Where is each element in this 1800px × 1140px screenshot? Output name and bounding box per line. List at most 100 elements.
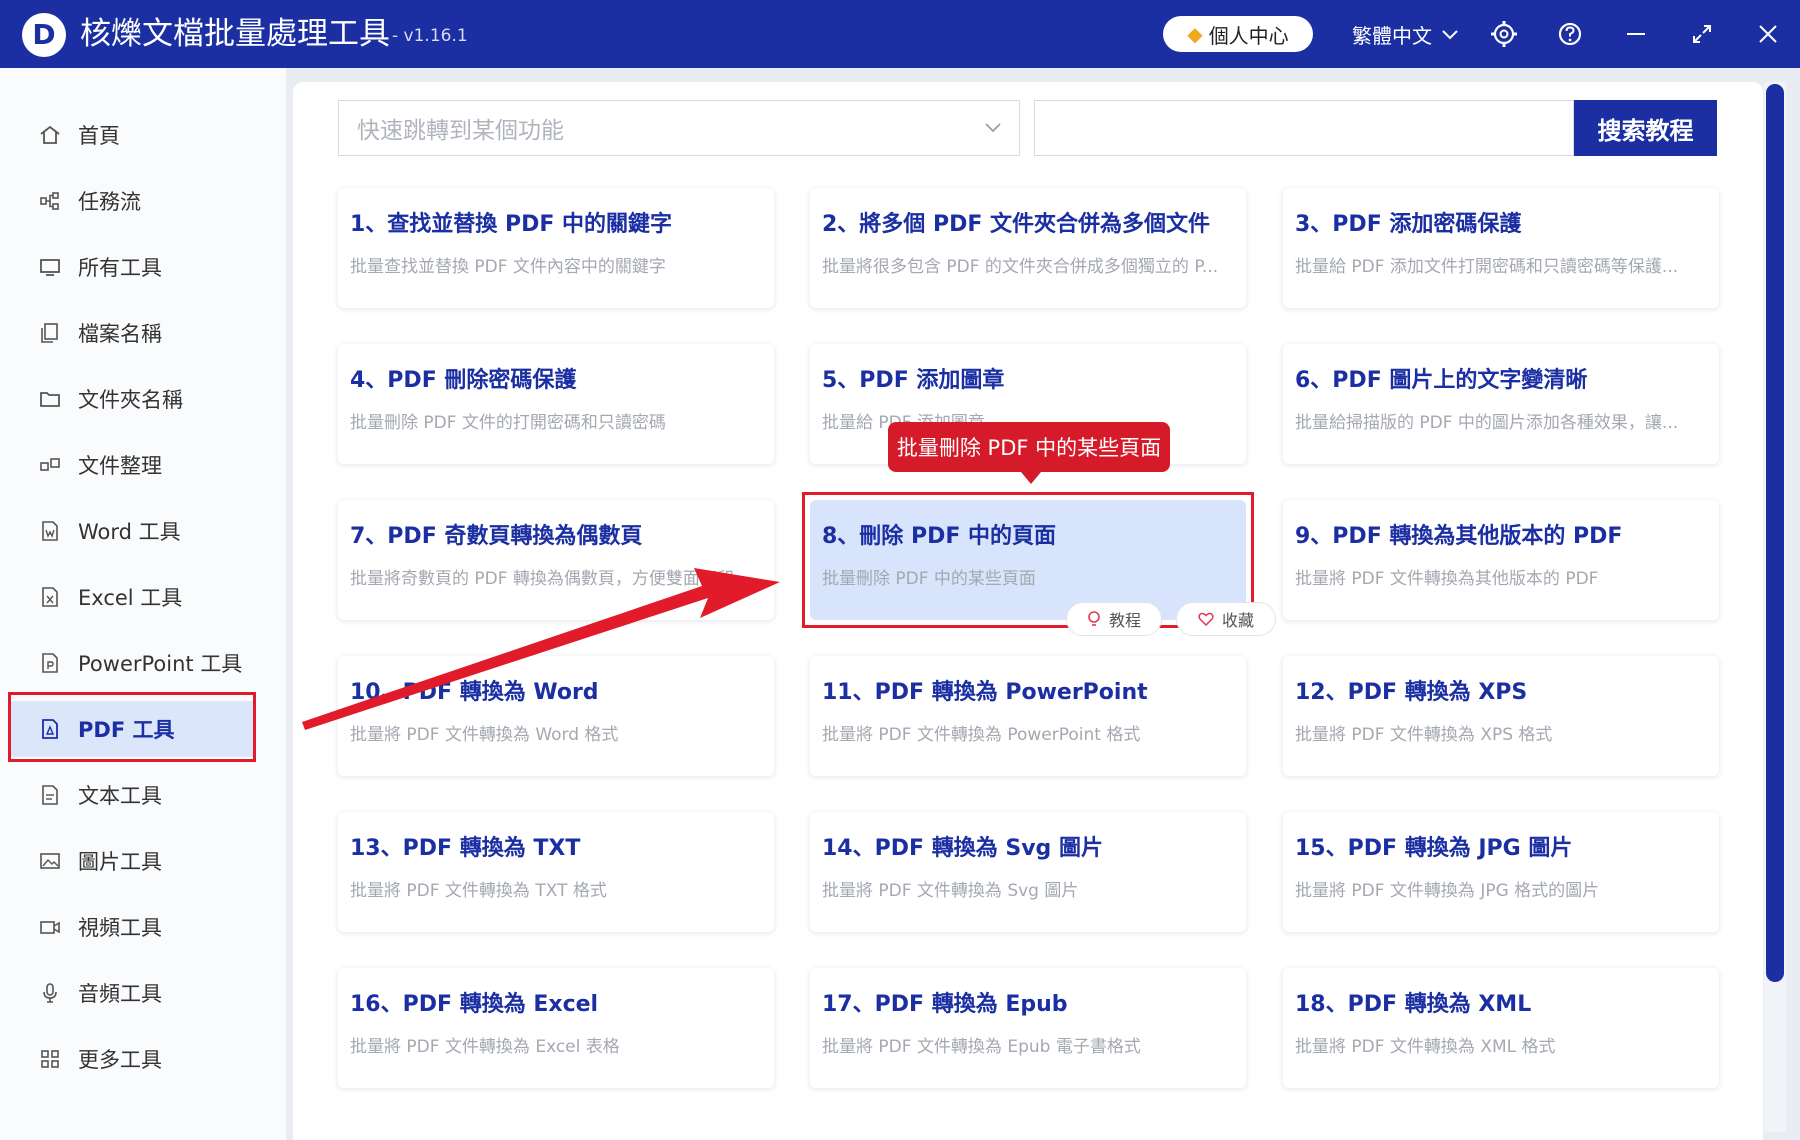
tool-card-title: 13、PDF 轉換為 TXT	[350, 836, 581, 861]
tutorial-label: 教程	[1108, 611, 1141, 630]
tool-card-title: 9、PDF 轉換為其他版本的 PDF	[1295, 524, 1623, 549]
sidebar-item[interactable]: 圖片工具	[10, 833, 256, 889]
settings-icon[interactable]	[1484, 14, 1524, 54]
tool-card-title: 16、PDF 轉換為 Excel	[350, 992, 599, 1017]
tool-card-title: 18、PDF 轉換為 XML	[1295, 992, 1532, 1017]
tool-card[interactable]: 3、PDF 添加密碼保護批量給 PDF 添加文件打開密碼和只讀密碼等保護...	[1283, 188, 1719, 308]
tool-card-desc: 批量將 PDF 文件轉換為 Word 格式	[350, 725, 619, 745]
tool-card-desc: 批量給 PDF 添加文件打開密碼和只讀密碼等保護...	[1295, 257, 1679, 277]
tool-card-title: 4、PDF 刪除密碼保護	[350, 368, 577, 393]
tool-card[interactable]: 7、PDF 奇數頁轉換為偶數頁 批量將奇數頁的 PDF 轉換為偶數頁，方便雙面打印	[338, 500, 774, 620]
search-tutorial-button[interactable]: 搜索教程	[1574, 100, 1717, 156]
tool-card[interactable]: 17、PDF 轉換為 Epub 批量將 PDF 文件轉換為 Epub 電子書格式	[810, 968, 1246, 1088]
title-bar: D 核爍文檔批量處理工具 - v1.16.1 ◆ 個人中心 繁體中文	[0, 0, 1800, 68]
tool-card[interactable]: 1、查找並替換 PDF 中的關鍵字批量查找並替換 PDF 文件內容中的關鍵字	[338, 188, 774, 308]
sidebar-item[interactable]: 所有工具	[10, 239, 256, 295]
tool-card-desc: 批量將很多包含 PDF 的文件夾合併成多個獨立的 P...	[822, 257, 1219, 277]
sidebar-highlight-box	[8, 692, 256, 762]
workflow-icon	[38, 189, 62, 213]
tool-card-desc: 批量給掃描版的 PDF 中的圖片添加各種效果，讓...	[1295, 413, 1679, 433]
tool-card[interactable]: 15、PDF 轉換為 JPG 圖片批量將 PDF 文件轉換為 JPG 格式的圖片	[1283, 812, 1719, 932]
sidebar-item[interactable]: 視頻工具	[10, 899, 256, 955]
app-logo: D	[22, 13, 66, 57]
tooltip: 批量刪除 PDF 中的某些頁面	[888, 422, 1170, 484]
tool-card[interactable]: 14、PDF 轉換為 Svg 圖片 批量將 PDF 文件轉換為 Svg 圖片	[810, 812, 1246, 932]
sidebar-item-label: 檔案名稱	[78, 322, 162, 346]
tool-card-desc: 批量刪除 PDF 文件的打開密碼和只讀密碼	[350, 413, 666, 433]
tool-card[interactable]: 4、PDF 刪除密碼保護批量刪除 PDF 文件的打開密碼和只讀密碼	[338, 344, 774, 464]
tool-card-title: 17、PDF 轉換為 Epub	[822, 992, 1068, 1017]
tool-card[interactable]: 11、PDF 轉換為 PowerPoint 批量將 PDF 文件轉換為 Power…	[810, 656, 1246, 776]
sidebar-item[interactable]: PowerPoint 工具	[10, 635, 256, 691]
search-input[interactable]	[1034, 100, 1574, 156]
app-title: 核爍文檔批量處理工具	[80, 16, 390, 52]
tool-card-title: 10、PDF 轉換為 Word	[350, 680, 599, 705]
user-center-label: 個人中心	[1208, 23, 1289, 48]
favorite-button[interactable]: 收藏	[1176, 602, 1276, 636]
language-select[interactable]: 繁體中文	[1352, 20, 1458, 49]
tool-card-desc: 批量將 PDF 文件轉換為 XML 格式	[1295, 1037, 1556, 1057]
tool-card-desc: 批量將 PDF 文件轉換為 Epub 電子書格式	[822, 1037, 1141, 1057]
tool-card[interactable]: 16、PDF 轉換為 Excel 批量將 PDF 文件轉換為 Excel 表格	[338, 968, 774, 1088]
sidebar-item[interactable]: 文本工具	[10, 767, 256, 823]
app-version: - v1.16.1	[392, 26, 468, 46]
tool-card-title: 15、PDF 轉換為 JPG 圖片	[1295, 836, 1573, 861]
sidebar-item[interactable]: 音頻工具	[10, 965, 256, 1021]
sidebar-item[interactable]: 文件夾名稱	[10, 371, 256, 427]
sidebar-item-label: 文本工具	[78, 784, 162, 808]
tool-card[interactable]: 10、PDF 轉換為 Word 批量將 PDF 文件轉換為 Word 格式	[338, 656, 774, 776]
tool-card-title: 5、PDF 添加圖章	[822, 368, 1005, 393]
scrollbar-thumb[interactable]	[1766, 84, 1784, 982]
close-icon[interactable]	[1748, 14, 1788, 54]
tool-card-desc: 批量將 PDF 文件轉換為 JPG 格式的圖片	[1295, 881, 1600, 901]
tool-card-desc: 批量將 PDF 文件轉換為其他版本的 PDF	[1295, 569, 1599, 589]
diamond-icon: ◆	[1187, 22, 1203, 46]
tool-card-desc: 批量將 PDF 文件轉換為 TXT 格式	[350, 881, 607, 901]
user-center-button[interactable]: ◆ 個人中心	[1163, 16, 1313, 52]
tool-card[interactable]: 9、PDF 轉換為其他版本的 PDF 批量將 PDF 文件轉換為其他版本的 PDF	[1283, 500, 1719, 620]
favorite-label: 收藏	[1221, 611, 1254, 630]
sidebar-item[interactable]: 任務流	[10, 173, 256, 229]
language-label: 繁體中文	[1352, 24, 1432, 48]
sidebar-item[interactable]: Word 工具	[10, 503, 256, 559]
tool-card-title: 14、PDF 轉換為 Svg 圖片	[822, 836, 1103, 861]
word-file-icon	[38, 519, 62, 543]
tool-card-title: 1、查找並替換 PDF 中的關鍵字	[350, 212, 673, 237]
sidebar-item[interactable]: 首頁	[10, 107, 256, 163]
ppt-file-icon	[38, 651, 62, 675]
minimize-icon[interactable]	[1616, 14, 1656, 54]
organize-icon	[38, 453, 62, 477]
tool-card[interactable]: 18、PDF 轉換為 XML 批量將 PDF 文件轉換為 XML 格式	[1283, 968, 1719, 1088]
sidebar-item-label: Word 工具	[78, 520, 181, 544]
monitor-icon	[38, 255, 62, 279]
tool-card-title: 12、PDF 轉換為 XPS	[1295, 680, 1528, 705]
chevron-down-icon	[985, 123, 1001, 133]
image-icon	[38, 849, 62, 873]
sidebar-item[interactable]: 文件整理	[10, 437, 256, 493]
sidebar-item-label: Excel 工具	[78, 586, 183, 610]
tool-card[interactable]: 6、PDF 圖片上的文字變清晰 批量給掃描版的 PDF 中的圖片添加各種效果，讓.…	[1283, 344, 1719, 464]
sidebar-item[interactable]: 更多工具	[10, 1031, 256, 1087]
help-icon[interactable]	[1550, 14, 1590, 54]
tool-card-desc: 批量將 PDF 文件轉換為 PowerPoint 格式	[822, 725, 1141, 745]
quick-jump-select[interactable]: 快速跳轉到某個功能	[338, 100, 1020, 156]
chevron-down-icon	[1442, 29, 1458, 39]
tutorial-button[interactable]: 教程	[1066, 602, 1162, 636]
tool-card-desc: 批量將 PDF 文件轉換為 XPS 格式	[1295, 725, 1553, 745]
sidebar-item-label: 文件整理	[78, 454, 162, 478]
tool-card-title: 11、PDF 轉換為 PowerPoint	[822, 680, 1148, 705]
sidebar-item-label: 音頻工具	[78, 982, 162, 1006]
tool-card-title: 3、PDF 添加密碼保護	[1295, 212, 1522, 237]
grid-icon	[38, 1047, 62, 1071]
tool-card-desc: 批量查找並替換 PDF 文件內容中的關鍵字	[350, 257, 666, 277]
tool-card[interactable]: 2、將多個 PDF 文件夾合併為多個文件 批量將很多包含 PDF 的文件夾合併成多…	[810, 188, 1246, 308]
tool-card[interactable]: 12、PDF 轉換為 XPS 批量將 PDF 文件轉換為 XPS 格式	[1283, 656, 1719, 776]
sidebar-item-label: 視頻工具	[78, 916, 162, 940]
sidebar-item-label: 所有工具	[78, 256, 162, 280]
tool-card-desc: 批量將奇數頁的 PDF 轉換為偶數頁，方便雙面打印	[350, 569, 734, 589]
sidebar-item[interactable]: 檔案名稱	[10, 305, 256, 361]
tool-card[interactable]: 13、PDF 轉換為 TXT 批量將 PDF 文件轉換為 TXT 格式	[338, 812, 774, 932]
maximize-icon[interactable]	[1682, 14, 1722, 54]
sidebar-item[interactable]: Excel 工具	[10, 569, 256, 625]
excel-file-icon	[38, 585, 62, 609]
